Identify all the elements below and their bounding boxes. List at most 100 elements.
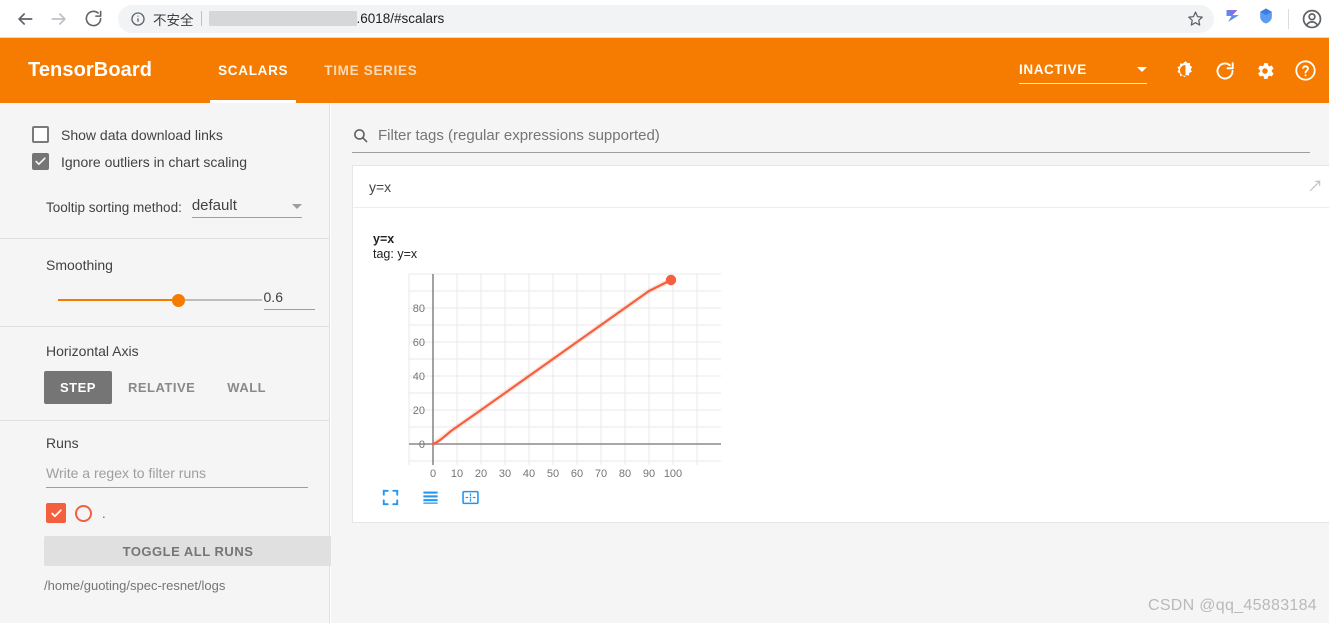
checkbox-row-ignore-outliers[interactable]: Ignore outliers in chart scaling — [32, 148, 315, 175]
chart-toolbar — [379, 486, 481, 508]
card-header: y=x — [353, 166, 1329, 208]
tab-scalars[interactable]: SCALARS — [200, 38, 306, 103]
search-icon — [352, 127, 369, 144]
smoothing-slider[interactable] — [58, 293, 262, 307]
tab-time-series[interactable]: TIME SERIES — [306, 38, 435, 103]
svg-text:40: 40 — [523, 468, 535, 480]
runs-filter-input[interactable]: Write a regex to filter runs — [46, 465, 308, 488]
extension-icons — [1224, 6, 1295, 31]
reload-icon[interactable] — [76, 2, 110, 36]
run-list-item[interactable]: . — [46, 502, 315, 524]
chart-container: y=x tag: y=x 0 20 40 60 80 0 10 20 30 40… — [353, 208, 1329, 523]
gear-icon[interactable] — [1245, 51, 1285, 91]
filter-tags-placeholder: Filter tags (regular expressions support… — [378, 127, 660, 144]
logdir-path: /home/guoting/spec-resnet/logs — [44, 578, 226, 593]
omnibox-divider — [200, 11, 202, 26]
forward-icon[interactable] — [42, 2, 76, 36]
back-icon[interactable] — [8, 2, 42, 36]
svg-text:80: 80 — [413, 303, 425, 315]
line-chart-plot[interactable]: 0 20 40 60 80 0 10 20 30 40 50 60 70 80 — [381, 270, 725, 480]
tooltip-sorting-row: Tooltip sorting method: default — [46, 197, 315, 218]
tooltip-sorting-value: default — [191, 197, 237, 214]
tensorboard-logo[interactable]: TensorBoard — [28, 59, 152, 82]
checkbox-ignore-outliers[interactable] — [32, 153, 49, 170]
smoothing-title: Smoothing — [46, 257, 113, 273]
chart-tag-label: tag: y=x — [373, 247, 418, 261]
svg-text:60: 60 — [413, 337, 425, 349]
checkbox-download-links[interactable] — [32, 126, 49, 143]
tensorboard-header: TensorBoard SCALARS TIME SERIES INACTIVE — [0, 38, 1329, 103]
tooltip-sorting-select[interactable]: default — [191, 197, 302, 218]
bookmark-star-icon[interactable] — [1187, 10, 1204, 27]
security-label: 不安全 — [153, 12, 194, 29]
svg-text:100: 100 — [664, 468, 682, 480]
chart-series-label: y=x — [373, 232, 395, 246]
svg-text:40: 40 — [413, 371, 425, 383]
chart-gridlines-horizontal — [409, 273, 721, 462]
extension-shield-icon[interactable] — [1256, 6, 1276, 31]
browser-toolbar: 不安全 .6018/#scalars — [0, 0, 1329, 38]
haxis-option-wall[interactable]: WALL — [211, 371, 282, 404]
refresh-icon[interactable] — [1205, 51, 1245, 91]
address-bar[interactable]: 不安全 .6018/#scalars — [118, 4, 1214, 33]
svg-text:20: 20 — [475, 468, 487, 480]
haxis-option-step[interactable]: STEP — [44, 371, 112, 404]
help-circle-icon[interactable] — [1285, 51, 1325, 91]
label-download-links: Show data download links — [61, 126, 223, 143]
data-table-icon[interactable] — [419, 486, 441, 508]
filter-tags-field[interactable]: Filter tags (regular expressions support… — [352, 119, 1310, 153]
smoothing-row: 0.6 — [58, 289, 315, 310]
horizontal-axis-section: Horizontal Axis STEP RELATIVE WALL — [0, 327, 329, 420]
run-color-circle-icon — [75, 504, 92, 522]
settings-sidebar: Show data download links Ignore outliers… — [0, 103, 332, 623]
reload-status-label: INACTIVE — [1019, 61, 1087, 77]
horizontal-axis-title: Horizontal Axis — [46, 343, 139, 359]
smoothing-section: Smoothing 0.6 — [0, 239, 329, 326]
card-title: y=x — [369, 178, 392, 195]
toggle-all-runs-button[interactable]: TOGGLE ALL RUNS — [44, 536, 332, 566]
runs-section: Runs Write a regex to filter runs . TOGG… — [0, 421, 332, 593]
watermark-text: CSDN @qq_45883184 — [1147, 597, 1317, 614]
display-options: Show data download links Ignore outliers… — [0, 121, 329, 238]
svg-text:20: 20 — [413, 405, 425, 417]
chart-x-ticklabels: 0 10 20 30 40 50 60 70 80 90 100 — [430, 468, 682, 480]
toolbar-divider — [1288, 8, 1289, 29]
chart-gridlines-vertical — [408, 274, 698, 465]
extension-bird-icon[interactable] — [1224, 6, 1244, 31]
run-name-label: . — [102, 505, 106, 521]
runs-title: Runs — [46, 435, 79, 451]
expand-diagonal-icon[interactable] — [1307, 178, 1323, 194]
svg-text:50: 50 — [547, 468, 559, 480]
chevron-down-icon — [1137, 66, 1147, 72]
run-checkbox[interactable] — [46, 503, 66, 523]
info-circle-icon[interactable] — [130, 11, 146, 27]
slider-thumb[interactable] — [172, 293, 185, 307]
svg-text:80: 80 — [619, 468, 631, 480]
fit-domain-icon[interactable] — [459, 486, 481, 508]
checkbox-row-download-links[interactable]: Show data download links — [32, 121, 315, 148]
brightness-icon[interactable] — [1165, 51, 1205, 91]
scalar-card: y=x y=x tag: y=x 0 20 40 60 80 0 10 20 3… — [352, 165, 1329, 523]
chart-last-point-marker — [665, 274, 677, 286]
header-actions: INACTIVE — [1019, 51, 1329, 91]
redacted-host — [208, 11, 357, 26]
url-text: .6018/#scalars — [356, 11, 445, 26]
fullscreen-icon[interactable] — [379, 486, 401, 508]
svg-text:0: 0 — [430, 468, 436, 480]
svg-text:70: 70 — [595, 468, 607, 480]
label-ignore-outliers: Ignore outliers in chart scaling — [61, 153, 247, 170]
svg-text:90: 90 — [643, 468, 655, 480]
svg-text:10: 10 — [451, 468, 463, 480]
svg-text:60: 60 — [571, 468, 583, 480]
horizontal-axis-buttons: STEP RELATIVE WALL — [44, 371, 315, 404]
header-tabs: SCALARS TIME SERIES — [200, 38, 435, 103]
tooltip-sorting-label: Tooltip sorting method: — [46, 200, 182, 215]
caret-down-icon — [291, 204, 302, 209]
smoothing-value-input[interactable]: 0.6 — [263, 289, 315, 310]
svg-text:0: 0 — [419, 439, 425, 451]
profile-avatar-icon[interactable] — [1295, 2, 1329, 36]
main-content: Filter tags (regular expressions support… — [331, 103, 1329, 623]
haxis-option-relative[interactable]: RELATIVE — [112, 371, 211, 404]
reload-status-dropdown[interactable]: INACTIVE — [1019, 58, 1147, 84]
slider-fill — [58, 298, 180, 301]
